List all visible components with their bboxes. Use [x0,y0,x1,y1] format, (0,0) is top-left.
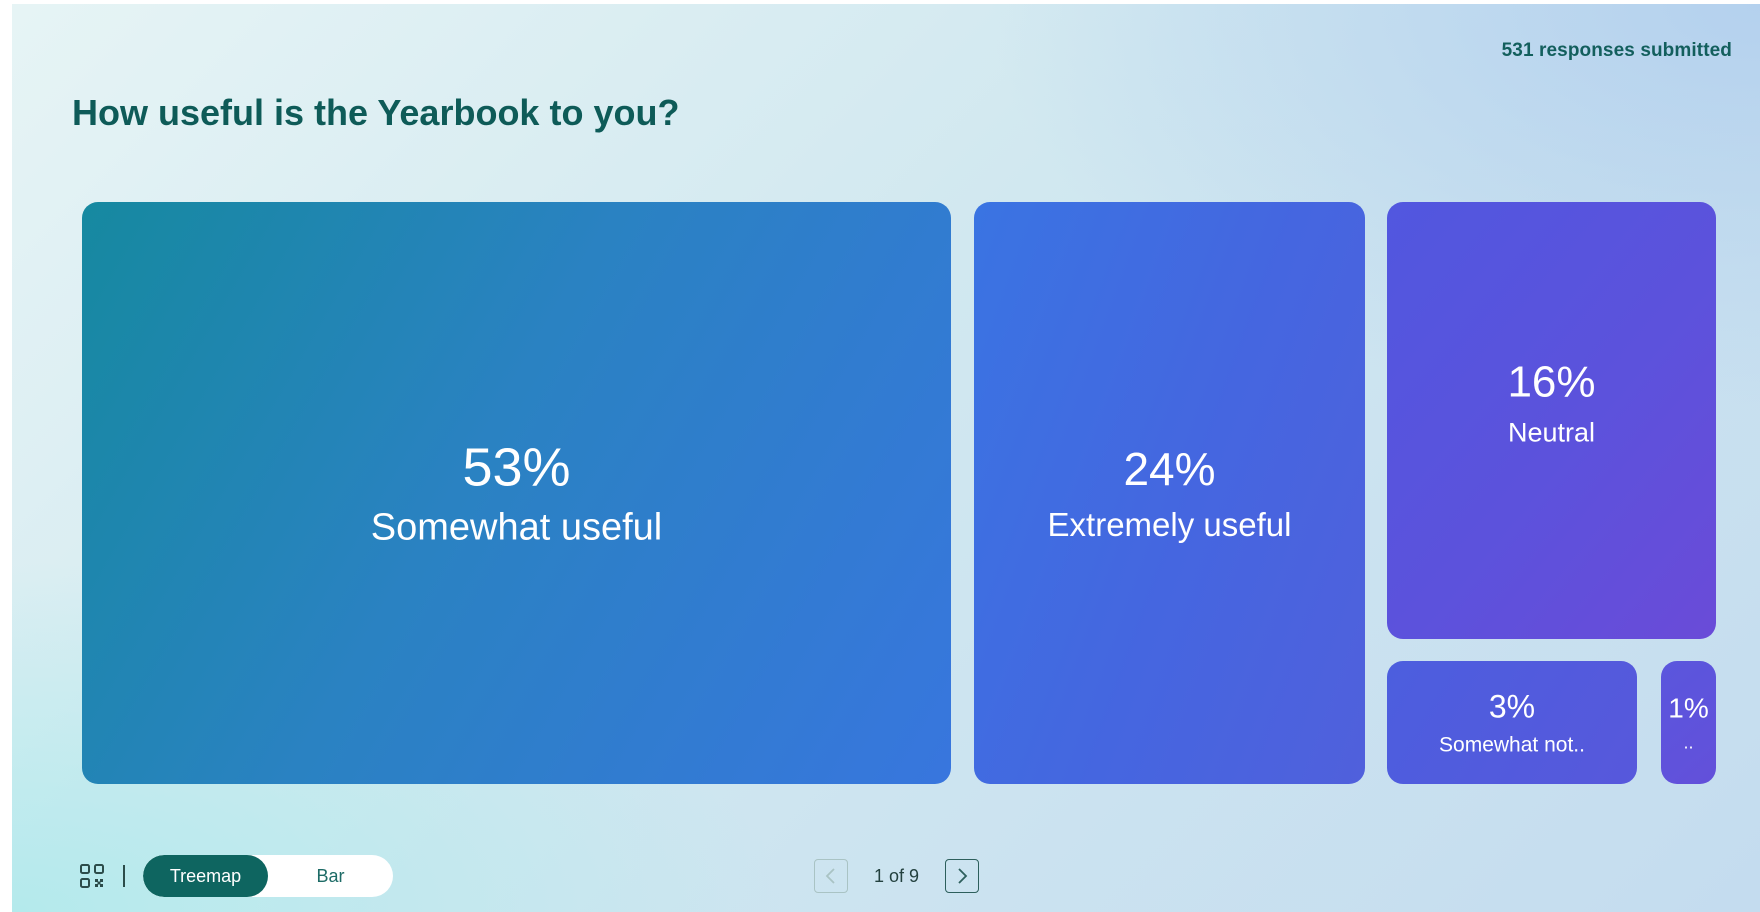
pagination: 1 of 9 [814,858,980,894]
tile-percent: 16% [1507,357,1596,407]
question-title: How useful is the Yearbook to you? [72,92,680,133]
page-indicator: 1 of 9 [874,865,920,886]
previous-page-button[interactable] [814,859,848,893]
tile-content: 24% Extremely useful [974,442,1365,544]
next-page-button[interactable] [945,859,980,893]
treemap-tile-somewhat-not: 3% Somewhat not.. [1387,661,1637,784]
chevron-left-icon [825,868,835,884]
tile-percent: 24% [1123,443,1216,495]
treemap-tile-extremely-useful: 24% Extremely useful [974,202,1365,784]
treemap-tile-somewhat-useful: 53% Somewhat useful [82,202,951,784]
view-toggle: Treemap Bar [143,855,393,897]
tile-content: 16% Neutral [1387,358,1716,449]
divider [123,865,125,887]
treemap-tile-neutral: 16% Neutral [1387,202,1716,639]
tile-label: Somewhat not.. [1439,733,1585,756]
responses-count: 531 responses submitted [1501,40,1732,61]
bar-toggle-button[interactable]: Bar [268,855,393,897]
footer-controls: Treemap Bar [79,855,393,897]
tile-percent: 3% [1488,688,1536,724]
tile-label: .. [1683,732,1694,752]
tile-content: 53% Somewhat useful [82,437,951,550]
tile-percent: 53% [462,437,571,498]
chevron-right-icon [958,868,968,884]
qr-code-icon[interactable] [79,863,105,889]
tile-label: Somewhat useful [370,506,663,549]
qr-code-svg [80,864,104,888]
tile-label: Neutral [1507,417,1596,448]
tile-label: Extremely useful [1047,506,1292,543]
tile-percent: 1% [1668,692,1709,723]
treemap-tile-other: 1% .. [1661,661,1716,784]
treemap-toggle-button[interactable]: Treemap [143,855,268,897]
results-slide: 531 responses submitted How useful is th… [12,4,1760,912]
tile-content: 3% Somewhat not.. [1387,688,1637,757]
tile-content: 1% .. [1661,692,1716,753]
